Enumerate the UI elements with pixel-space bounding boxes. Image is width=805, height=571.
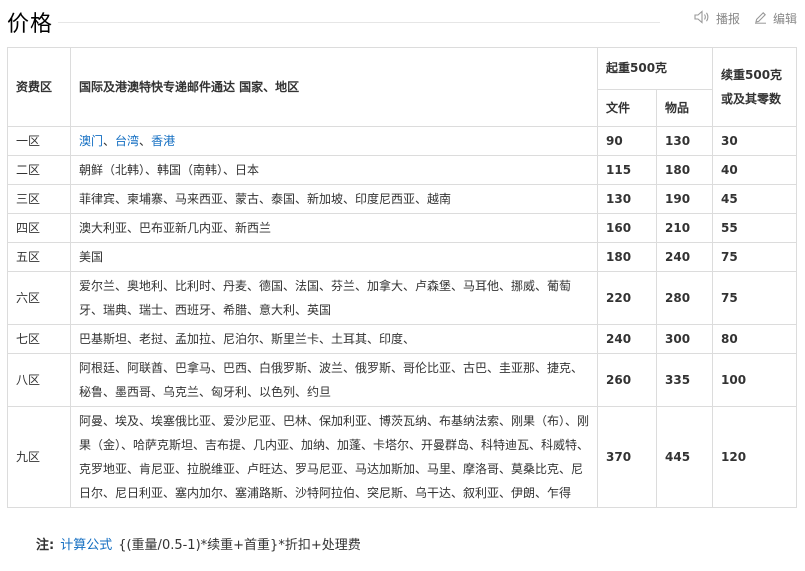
doc-price-cell: 240 [597,324,657,354]
doc-header: 文件 [597,88,657,128]
edit-button[interactable]: 编辑 [754,10,797,27]
item-price-cell: 280 [656,271,713,325]
region-separator: 、 [103,134,116,148]
zone-cell: 五区 [7,242,71,272]
region-cell: 阿曼、埃及、埃塞俄比亚、爱沙尼亚、巴林、保加利亚、博茨瓦纳、布基纳法索、刚果（布… [70,406,598,508]
region-header: 国际及港澳特快专递邮件通达 国家、地区 [70,47,598,127]
speaker-icon [694,10,716,27]
formula-link[interactable]: 计算公式 [60,538,112,553]
extra-price-cell: 30 [712,126,797,156]
extra-price-cell: 80 [712,324,797,354]
doc-price-cell: 370 [597,406,657,508]
extra-price-cell: 75 [712,271,797,325]
section-header: 价格 播报 编辑 [0,0,805,44]
edit-label: 编辑 [772,12,797,26]
table-row: 八区 阿根廷、阿联酋、巴拿马、巴西、白俄罗斯、波兰、俄罗斯、哥伦比亚、古巴、圭亚… [7,353,797,407]
zone-cell: 八区 [7,353,71,407]
note-label: 注: [36,538,55,553]
doc-price-cell: 90 [597,126,657,156]
region-link-taiwan[interactable]: 台湾 [115,134,139,148]
title-divider [58,22,660,23]
zone-cell: 六区 [7,271,71,325]
region-cell: 澳大利亚、巴布亚新几内亚、新西兰 [70,213,598,243]
doc-price-cell: 260 [597,353,657,407]
zone-cell: 四区 [7,213,71,243]
item-price-cell: 240 [656,242,713,272]
doc-price-cell: 115 [597,155,657,185]
doc-price-cell: 180 [597,242,657,272]
zone-cell: 七区 [7,324,71,354]
doc-price-cell: 130 [597,184,657,214]
table-row: 二区 朝鲜（北韩）、韩国（南韩）、日本 115 180 40 [7,155,797,185]
region-separator: 、 [139,134,152,148]
doc-price-cell: 160 [597,213,657,243]
table-row: 三区 菲律宾、柬埔寨、马来西亚、蒙古、泰国、新加坡、印度尼西亚、越南 130 1… [7,184,797,214]
table-row: 六区 爱尔兰、奥地利、比利时、丹麦、德国、法国、芬兰、加拿大、卢森堡、马耳他、挪… [7,271,797,325]
item-price-cell: 180 [656,155,713,185]
item-price-cell: 445 [656,406,713,508]
region-cell: 爱尔兰、奥地利、比利时、丹麦、德国、法国、芬兰、加拿大、卢森堡、马耳他、挪威、葡… [70,271,598,325]
title-actions: 播报 编辑 [694,10,797,27]
zone-cell: 一区 [7,126,71,156]
price-table: 资费区 国际及港澳特快专递邮件通达 国家、地区 起重500克 续重500克或及其… [7,47,797,508]
region-link-macau[interactable]: 澳门 [79,134,103,148]
zone-cell: 二区 [7,155,71,185]
region-cell: 澳门、台湾、香港 [70,126,598,156]
page-title: 价格 [7,12,54,37]
item-header: 物品 [656,88,713,128]
table-row: 四区 澳大利亚、巴布亚新几内亚、新西兰 160 210 55 [7,213,797,243]
formula-note: 注: 计算公式 {(重量/0.5-1)*续重+首重}*折扣+处理费 [36,534,361,553]
item-price-cell: 210 [656,213,713,243]
table-header-row: 资费区 国际及港澳特快专递邮件通达 国家、地区 起重500克 续重500克或及其… [7,47,797,127]
region-cell: 美国 [70,242,598,272]
item-price-cell: 190 [656,184,713,214]
play-button[interactable]: 播报 [694,10,740,27]
extra-price-cell: 120 [712,406,797,508]
doc-price-cell: 220 [597,271,657,325]
table-row: 一区 澳门、台湾、香港 90 130 30 [7,126,797,156]
play-label: 播报 [715,12,740,26]
extra-price-cell: 40 [712,155,797,185]
title-block: 价格 [7,6,53,38]
item-price-cell: 300 [656,324,713,354]
extra-price-cell: 100 [712,353,797,407]
zone-cell: 九区 [7,406,71,508]
first-weight-header: 起重500克 [597,47,713,90]
region-cell: 巴基斯坦、老挝、孟加拉、尼泊尔、斯里兰卡、土耳其、印度、 [70,324,598,354]
additional-weight-header: 续重500克或及其零数 [712,47,797,127]
extra-price-cell: 55 [712,213,797,243]
pencil-icon [754,11,773,27]
zone-header: 资费区 [7,47,71,127]
region-cell: 朝鲜（北韩）、韩国（南韩）、日本 [70,155,598,185]
item-price-cell: 130 [656,126,713,156]
region-link-hongkong[interactable]: 香港 [151,134,175,148]
extra-price-cell: 45 [712,184,797,214]
formula-text: {(重量/0.5-1)*续重+首重}*折扣+处理费 [118,538,361,553]
region-cell: 菲律宾、柬埔寨、马来西亚、蒙古、泰国、新加坡、印度尼西亚、越南 [70,184,598,214]
table-row: 五区 美国 180 240 75 [7,242,797,272]
extra-price-cell: 75 [712,242,797,272]
table-row: 九区 阿曼、埃及、埃塞俄比亚、爱沙尼亚、巴林、保加利亚、博茨瓦纳、布基纳法索、刚… [7,406,797,508]
item-price-cell: 335 [656,353,713,407]
region-cell: 阿根廷、阿联酋、巴拿马、巴西、白俄罗斯、波兰、俄罗斯、哥伦比亚、古巴、圭亚那、捷… [70,353,598,407]
table-row: 七区 巴基斯坦、老挝、孟加拉、尼泊尔、斯里兰卡、土耳其、印度、 240 300 … [7,324,797,354]
zone-cell: 三区 [7,184,71,214]
